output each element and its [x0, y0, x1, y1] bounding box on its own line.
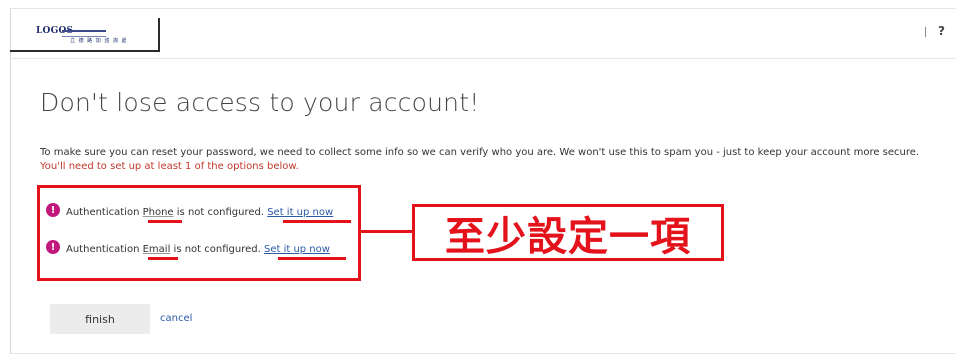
- help-icon[interactable]: ?: [938, 24, 945, 38]
- page-title: Don't lose access to your account!: [40, 88, 480, 117]
- finish-button[interactable]: finish: [50, 304, 150, 334]
- intro-text: To make sure you can reset your password…: [40, 147, 920, 158]
- annotation-label-box: 至少設定一項: [412, 204, 724, 261]
- annotation-connector: [361, 230, 413, 233]
- header-divider: [925, 27, 926, 37]
- annotation-box: [37, 185, 361, 281]
- intro-warning: You'll need to set up at least 1 of the …: [40, 161, 299, 172]
- intro-paragraph: To make sure you can reset your password…: [40, 146, 945, 174]
- content-frame: [10, 8, 956, 354]
- logo-subtitle: 立 德 路 加 諮 詢 處: [70, 38, 128, 44]
- logo-decoration: [62, 30, 106, 37]
- annotation-label: 至少設定一項: [445, 213, 691, 260]
- cancel-link[interactable]: cancel: [160, 313, 192, 324]
